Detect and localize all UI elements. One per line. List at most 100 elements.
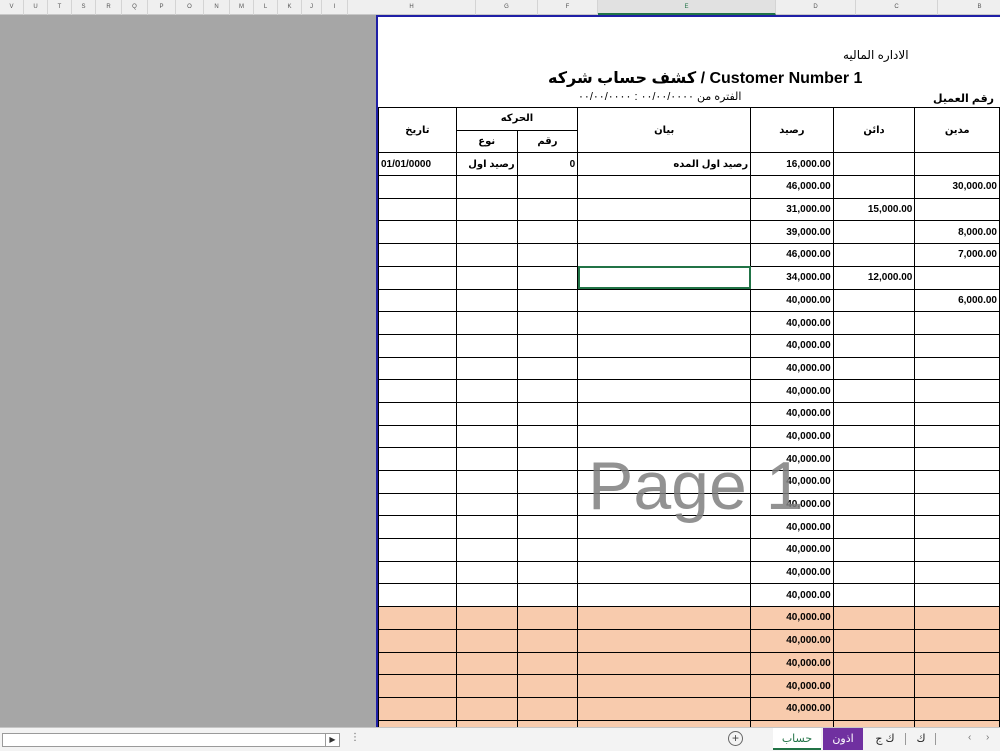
cell-debit[interactable] — [914, 606, 1000, 630]
cell-number[interactable] — [516, 470, 579, 494]
sheet-tab-0[interactable]: حساب — [773, 728, 821, 750]
cell-date[interactable] — [378, 583, 457, 608]
cell-debit[interactable] — [914, 538, 1000, 562]
column-header-c[interactable]: C — [856, 0, 938, 15]
cell-balance[interactable]: 40,000.00 — [750, 696, 834, 721]
cell-date[interactable] — [378, 265, 457, 290]
cell-credit[interactable] — [832, 651, 916, 676]
cell-number[interactable] — [516, 175, 579, 199]
cell-date[interactable] — [378, 538, 457, 562]
cell-debit[interactable] — [914, 696, 1000, 721]
cell-credit[interactable] — [832, 356, 916, 381]
column-header-m[interactable]: M — [230, 0, 254, 15]
cell-description[interactable] — [577, 583, 752, 608]
header-debit[interactable]: مدين — [914, 106, 1000, 154]
cell-credit[interactable] — [832, 424, 916, 449]
cell-number[interactable] — [516, 560, 579, 585]
cell-description[interactable] — [577, 674, 752, 698]
cell-type[interactable] — [455, 447, 518, 471]
cell-debit[interactable] — [914, 333, 1000, 358]
cell-credit[interactable] — [832, 447, 916, 471]
cell-date[interactable] — [378, 606, 457, 630]
cell-number[interactable] — [516, 311, 579, 335]
cell-number[interactable] — [516, 197, 579, 222]
cell-debit[interactable] — [914, 515, 1000, 540]
cell-debit[interactable]: 8,000.00 — [914, 220, 1000, 245]
cell-balance[interactable]: 16,000.00 — [750, 152, 834, 177]
cell-date[interactable] — [378, 674, 457, 698]
cell-type[interactable] — [455, 424, 518, 449]
cell-balance[interactable]: 40,000.00 — [750, 606, 834, 630]
header-description[interactable]: بيان — [577, 106, 752, 154]
cell-credit[interactable] — [832, 243, 916, 267]
column-header-d[interactable]: D — [776, 0, 856, 15]
cell-number[interactable] — [516, 674, 579, 698]
cell-number[interactable] — [516, 492, 579, 517]
cell-type[interactable] — [455, 628, 518, 653]
cell-date[interactable] — [378, 470, 457, 494]
cell-date[interactable] — [378, 220, 457, 245]
cell-description[interactable] — [577, 288, 752, 313]
cell-balance[interactable]: 40,000.00 — [750, 674, 834, 698]
cell-credit[interactable] — [832, 288, 916, 313]
cell-date[interactable] — [378, 560, 457, 585]
cell-debit[interactable] — [914, 424, 1000, 449]
header-type[interactable]: نوع — [455, 129, 518, 154]
cell-type[interactable] — [455, 719, 518, 727]
more-options-icon[interactable]: ⋮ — [350, 732, 360, 743]
cell-number[interactable] — [516, 515, 579, 540]
column-header-g[interactable]: G — [476, 0, 538, 15]
cell-number[interactable] — [516, 401, 579, 426]
column-header-v[interactable]: V — [0, 0, 24, 15]
cell-date[interactable] — [378, 447, 457, 471]
column-header-f[interactable]: F — [538, 0, 598, 15]
cell-number[interactable] — [516, 356, 579, 381]
column-header-q[interactable]: Q — [122, 0, 148, 15]
cell-number[interactable]: 0 — [516, 152, 579, 177]
cell-description[interactable] — [577, 696, 752, 721]
cell-balance[interactable]: 46,000.00 — [750, 243, 834, 267]
cell-description[interactable]: رصيد اول المده — [577, 152, 752, 177]
cell-debit[interactable] — [914, 311, 1000, 335]
cell-balance[interactable]: 40,000.00 — [750, 333, 834, 358]
cell-credit[interactable] — [832, 220, 916, 245]
cell-debit[interactable] — [914, 401, 1000, 426]
cell-description[interactable] — [577, 265, 752, 290]
cell-debit[interactable] — [914, 560, 1000, 585]
cell-type[interactable] — [455, 401, 518, 426]
cell-number[interactable] — [516, 424, 579, 449]
cell-date[interactable] — [378, 492, 457, 517]
cell-date[interactable] — [378, 651, 457, 676]
cell-type[interactable] — [455, 606, 518, 630]
cell-debit[interactable]: 6,000.00 — [914, 288, 1000, 313]
cell-balance[interactable]: 46,000.00 — [750, 175, 834, 199]
cell-type[interactable] — [455, 696, 518, 721]
cell-balance[interactable]: 40,000.00 — [750, 401, 834, 426]
column-header-i[interactable]: I — [322, 0, 348, 15]
cell-balance[interactable]: 40,000.00 — [750, 288, 834, 313]
sheet-tab-3[interactable]: ك — [910, 728, 932, 750]
cell-type[interactable]: رصيد اول — [455, 152, 518, 177]
cell-date[interactable] — [378, 311, 457, 335]
cell-balance[interactable]: 40,000.00 — [750, 424, 834, 449]
cell-credit[interactable] — [832, 606, 916, 630]
cell-type[interactable] — [455, 197, 518, 222]
cell-credit[interactable] — [832, 538, 916, 562]
cell-number[interactable] — [516, 583, 579, 608]
column-header-p[interactable]: P — [148, 0, 176, 15]
cell-debit[interactable] — [914, 719, 1000, 727]
cell-debit[interactable] — [914, 651, 1000, 676]
cell-credit[interactable] — [832, 401, 916, 426]
cell-date[interactable] — [378, 379, 457, 403]
cell-credit[interactable] — [832, 152, 916, 177]
cell-date[interactable] — [378, 243, 457, 267]
column-header-t[interactable]: T — [48, 0, 72, 15]
cell-description[interactable] — [577, 175, 752, 199]
cell-number[interactable] — [516, 719, 579, 727]
nav-right-arrow-icon[interactable]: › — [986, 732, 989, 743]
column-header-e[interactable]: E — [598, 0, 776, 15]
cell-debit[interactable] — [914, 379, 1000, 403]
cell-description[interactable] — [577, 560, 752, 585]
cell-description[interactable] — [577, 401, 752, 426]
cell-description[interactable] — [577, 651, 752, 676]
